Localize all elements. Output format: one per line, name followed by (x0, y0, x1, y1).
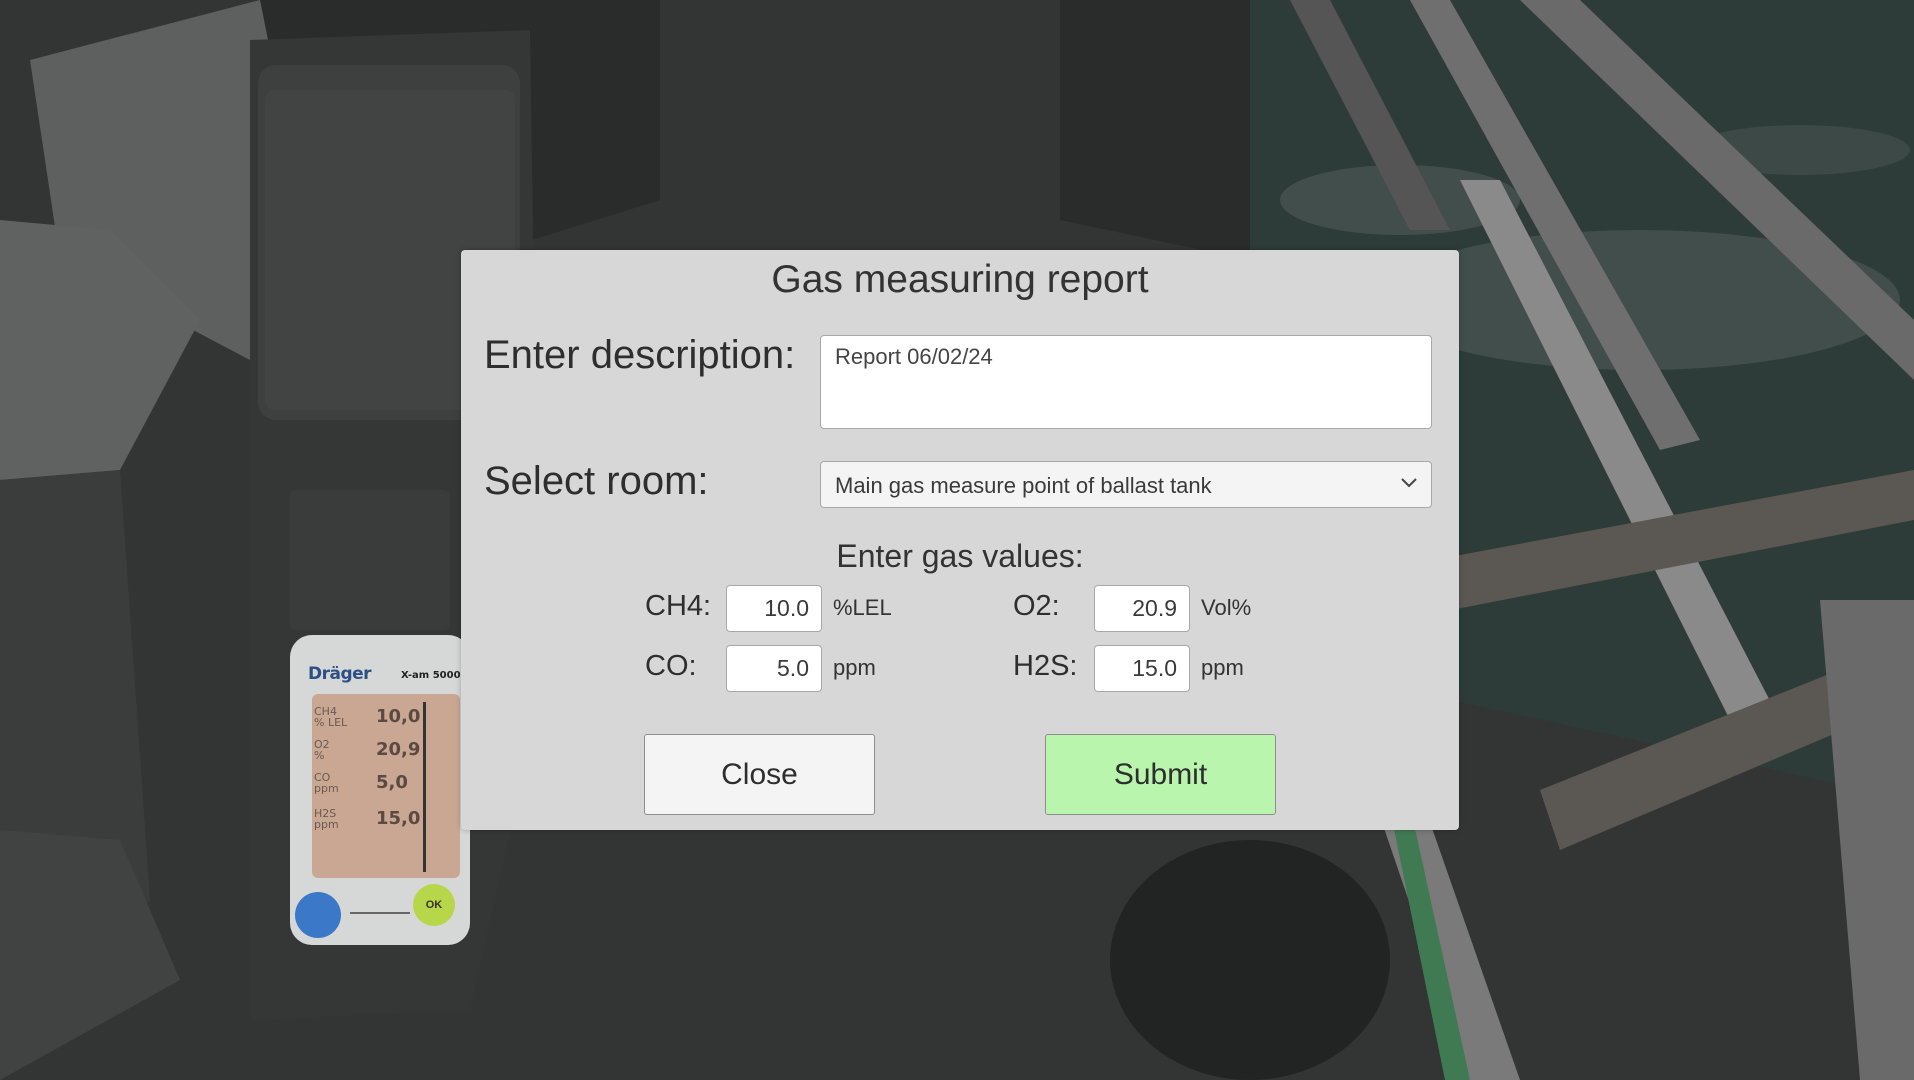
co-unit: ppm (833, 655, 876, 680)
co-label: CO: (645, 650, 697, 682)
ch4-input[interactable]: 10.0 (726, 585, 822, 632)
device-model-label: X-am 5000 (401, 670, 461, 681)
room-select-value: Main gas measure point of ballast tank (835, 473, 1212, 498)
device-reading-value: 5,0 (376, 772, 408, 793)
device-reading-label: CO ppm (314, 771, 339, 795)
device-reading-label: O2 % (314, 738, 330, 762)
device-reading-o2: O2 % 20,9 (312, 739, 460, 771)
room-select[interactable]: Main gas measure point of ballast tank (820, 461, 1432, 508)
co-input[interactable]: 5.0 (726, 645, 822, 692)
close-button[interactable]: Close (644, 734, 875, 815)
gas-values-title: Enter gas values: (836, 538, 1084, 574)
ch4-unit: %LEL (833, 595, 892, 620)
device-brand-logo: Dräger (308, 664, 372, 684)
device-reading-value: 10,0 (376, 706, 421, 727)
submit-button[interactable]: Submit (1045, 734, 1276, 815)
o2-unit: Vol% (1201, 595, 1252, 620)
gas-report-dialog: Gas measuring report Enter description: … (461, 250, 1459, 830)
h2s-input[interactable]: 15.0 (1094, 645, 1190, 692)
o2-label: O2: (1013, 590, 1060, 622)
description-input[interactable]: Report 06/02/24 (820, 335, 1432, 429)
h2s-label: H2S: (1013, 650, 1078, 682)
chevron-down-icon (1401, 478, 1417, 488)
device-reading-ch4: CH4 % LEL 10,0 (312, 706, 460, 738)
device-reading-value: 15,0 (376, 808, 421, 829)
device-reading-label: CH4 % LEL (314, 705, 348, 729)
h2s-unit: ppm (1201, 655, 1244, 680)
dialog-title: Gas measuring report (771, 258, 1149, 301)
device-reading-value: 20,9 (376, 739, 421, 760)
ch4-label: CH4: (645, 590, 712, 622)
o2-input[interactable]: 20.9 (1094, 585, 1190, 632)
device-reading-label: H2S ppm (314, 807, 339, 831)
description-input-value: Report 06/02/24 (835, 344, 993, 369)
room-label: Select room: (484, 459, 709, 503)
device-ok-button: OK (425, 899, 443, 911)
gas-detector-display: CH4 % LEL 10,0 O2 % 20,9 CO ppm 5,0 H2S … (312, 694, 460, 878)
description-label: Enter description: (484, 333, 796, 377)
device-reading-co: CO ppm 5,0 (312, 772, 460, 804)
device-reading-h2s: H2S ppm 15,0 (312, 808, 460, 840)
